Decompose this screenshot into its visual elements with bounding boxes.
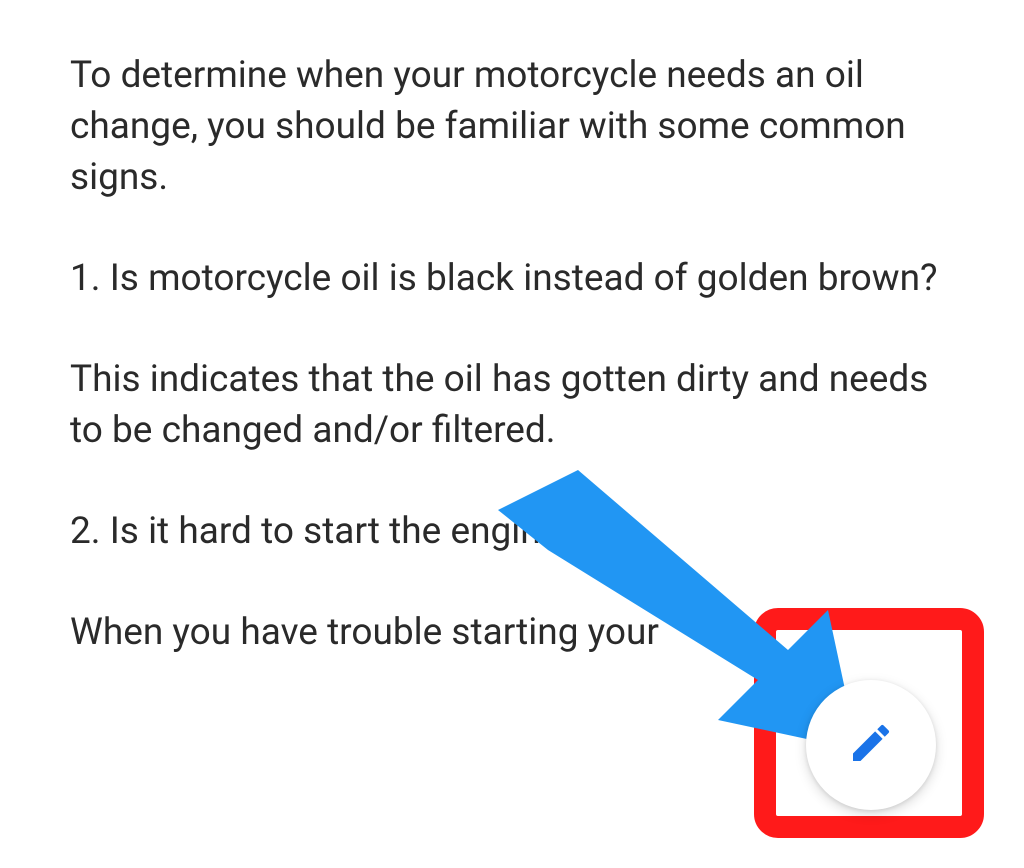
answer-2-truncated: When you have trouble starting your: [70, 607, 954, 658]
answer-1: This indicates that the oil has gotten d…: [70, 354, 954, 456]
pencil-icon: [847, 719, 895, 771]
question-2: 2. Is it hard to start the engine?: [70, 506, 954, 557]
article-body: To determine when your motorcycle needs …: [0, 0, 1024, 658]
intro-paragraph: To determine when your motorcycle needs …: [70, 50, 954, 203]
question-1: 1. Is motorcycle oil is black instead of…: [70, 253, 954, 304]
edit-fab-button[interactable]: [806, 680, 936, 810]
